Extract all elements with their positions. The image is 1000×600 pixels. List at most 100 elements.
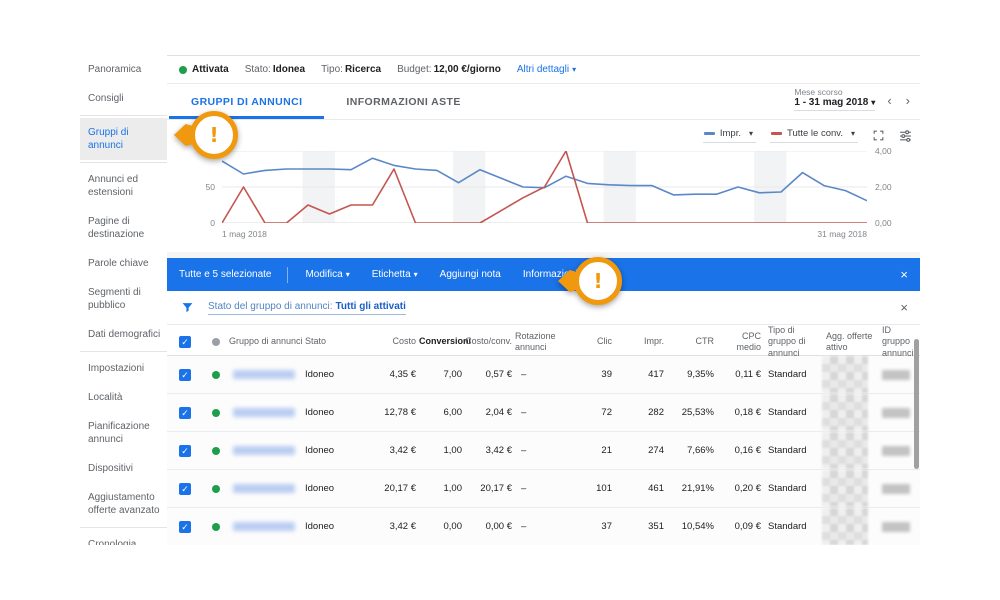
sidebar-divider: [80, 162, 167, 163]
fullscreen-icon[interactable]: [872, 129, 885, 142]
table-row[interactable]: ✓Idoneo4,35 €7,000,57 €–394179,35%0,11 €…: [167, 356, 920, 394]
column-header[interactable]: Tipo di gruppo di annunci: [764, 325, 822, 359]
active-filter-chip[interactable]: Stato del gruppo di annunci:Tutti gli at…: [208, 301, 406, 315]
sidebar-item-consigli[interactable]: Consigli: [80, 84, 167, 113]
table-row[interactable]: ✓Idoneo3,42 €1,003,42 €–212747,66%0,16 €…: [167, 432, 920, 470]
table-row[interactable]: ✓Idoneo12,78 €6,002,04 €–7228225,53%0,18…: [167, 394, 920, 432]
y-right-tick-2: 2,00: [875, 182, 892, 192]
adgroup-name-redacted[interactable]: [233, 408, 295, 417]
sidebar-item-pianificazione-annunci[interactable]: Pianificazione annunci: [80, 412, 167, 454]
legend-impressions[interactable]: Impr. ▾: [703, 127, 756, 143]
performance-chart: Impr. ▾ Tutte le conv. ▾: [167, 120, 920, 252]
chevron-down-icon: ▾: [871, 98, 875, 107]
close-icon[interactable]: ×: [900, 300, 908, 315]
cell-rotazione: –: [515, 445, 559, 456]
vertical-scrollbar[interactable]: [914, 339, 919, 469]
sidebar-item-impostazioni[interactable]: Impostazioni: [80, 354, 167, 383]
divider: [287, 267, 288, 283]
column-header[interactable]: CTR: [667, 336, 717, 347]
row-checkbox[interactable]: ✓: [179, 407, 191, 419]
enabled-status-icon: [212, 371, 220, 379]
cell-ctr: 10,54%: [667, 521, 717, 532]
sidebar-item-parole-chiave[interactable]: Parole chiave: [80, 249, 167, 278]
main-panel: Attivata Stato:Idonea Tipo:Ricerca Budge…: [167, 55, 920, 545]
cell-id-gruppo-redacted: [882, 408, 910, 418]
sidebar-divider: [80, 115, 167, 116]
sidebar-item-cronologia-modifiche[interactable]: Cronologia modifiche: [80, 530, 167, 545]
adgroups-table: ✓Gruppo di annunciStatoCostoConversioniC…: [167, 325, 920, 545]
cell-rotazione: –: [515, 483, 559, 494]
cell-id-gruppo-redacted: [882, 446, 910, 456]
sidebar-item-dati-demografici[interactable]: Dati demografici: [80, 320, 167, 349]
cell-tipo-gruppo: Standard: [764, 445, 822, 456]
sidebar-item-pagine-di-destinazione[interactable]: Pagine di destinazione: [80, 207, 167, 249]
column-header[interactable]: Costo/conv.: [465, 336, 515, 347]
cell-impr: 417: [615, 369, 667, 380]
close-icon[interactable]: ×: [900, 267, 908, 282]
active-status-icon: [179, 66, 187, 74]
sidebar-item-segmenti-di-pubblico[interactable]: Segmenti di pubblico: [80, 278, 167, 320]
column-header[interactable]: CPC medio: [717, 331, 764, 354]
column-header[interactable]: Gruppo di annunci: [229, 336, 305, 347]
action-etichetta[interactable]: Etichetta▾: [372, 269, 418, 280]
column-header[interactable]: Agg. offerte attivo: [822, 331, 882, 354]
adgroup-name-redacted[interactable]: [233, 484, 295, 493]
row-checkbox[interactable]: ✓: [179, 521, 191, 533]
row-checkbox[interactable]: ✓: [179, 483, 191, 495]
sidebar-item-panoramica[interactable]: Panoramica: [80, 55, 167, 84]
cell-conversioni: 1,00: [419, 483, 465, 494]
cell-impr: 351: [615, 521, 667, 532]
series-color-swatch: [771, 132, 782, 135]
tab-gruppi-di-annunci[interactable]: GRUPPI DI ANNUNCI: [169, 84, 324, 119]
cell-cpc_medio: 0,20 €: [717, 483, 764, 494]
campaign-state-label: Attivata: [192, 64, 229, 75]
cell-id-gruppo-redacted: [882, 522, 910, 532]
action-aggiungi-nota[interactable]: Aggiungi nota: [440, 269, 501, 280]
column-header[interactable]: Stato: [305, 336, 367, 347]
campaign-field-stato: Stato:Idonea: [245, 64, 305, 75]
sidebar-item-localit-[interactable]: Località: [80, 383, 167, 412]
row-checkbox[interactable]: ✓: [179, 445, 191, 457]
column-header[interactable]: Costo: [367, 336, 419, 347]
adgroup-name-redacted[interactable]: [233, 370, 295, 379]
chevron-down-icon: ▾: [572, 65, 576, 74]
adgroup-name-redacted[interactable]: [233, 522, 295, 531]
column-header[interactable]: Conversioni: [419, 336, 465, 347]
more-details-link[interactable]: Altri dettagli▾: [517, 64, 576, 75]
tab-informazioni-aste[interactable]: INFORMAZIONI ASTE: [324, 84, 482, 119]
cell-conversioni: 0,00: [419, 521, 465, 532]
column-header[interactable]: Rotazione annunci: [515, 331, 559, 354]
sidebar-item-gruppi-di-annunci[interactable]: Gruppi di annunci: [80, 118, 167, 160]
action-informazioni-aste[interactable]: Informazioni aste: [523, 269, 599, 280]
legend-conversions[interactable]: Tutte le conv. ▾: [770, 127, 858, 143]
select-all-checkbox[interactable]: ✓: [179, 336, 191, 348]
sidebar: PanoramicaConsigli Gruppi di annunci Annun…: [80, 55, 167, 545]
adgroup-name-redacted[interactable]: [233, 446, 295, 455]
date-next-button[interactable]: ›: [904, 94, 912, 111]
campaign-field-budget: Budget:12,00 €/giorno: [397, 64, 501, 75]
sidebar-item-dispositivi[interactable]: Dispositivi: [80, 454, 167, 483]
sidebar-item-annunci-ed-estensioni[interactable]: Annunci ed estensioni: [80, 165, 167, 207]
cell-clic: 21: [559, 445, 615, 456]
cell-stato: Idoneo: [305, 369, 367, 380]
cell-rotazione: –: [515, 521, 559, 532]
date-range-value[interactable]: 1 - 31 mag 2018▾: [794, 97, 875, 111]
cell-costo: 20,17 €: [367, 483, 419, 494]
sidebar-item-aggiustamento-offerte-avanzato[interactable]: Aggiustamento offerte avanzato: [80, 483, 167, 525]
chevron-down-icon: ▾: [851, 129, 855, 138]
selection-count-label: Tutte e 5 selezionate: [179, 269, 271, 280]
row-checkbox[interactable]: ✓: [179, 369, 191, 381]
action-modifica[interactable]: Modifica▾: [305, 269, 349, 280]
cell-id-gruppo-redacted: [882, 484, 910, 494]
tabs-row: GRUPPI DI ANNUNCI INFORMAZIONI ASTE Mese…: [167, 84, 920, 120]
filter-icon[interactable]: [181, 301, 194, 314]
column-header[interactable]: Impr.: [615, 336, 667, 347]
table-row[interactable]: ✓Idoneo20,17 €1,0020,17 €–10146121,91%0,…: [167, 470, 920, 508]
column-header[interactable]: Clic: [559, 336, 615, 347]
chart-settings-icon[interactable]: [899, 129, 912, 142]
date-prev-button[interactable]: ‹: [885, 94, 893, 111]
cell-costo_conv: 2,04 €: [465, 407, 515, 418]
enabled-status-icon: [212, 409, 220, 417]
table-row[interactable]: ✓Idoneo3,42 €0,000,00 €–3735110,54%0,09 …: [167, 508, 920, 545]
chart-legend: Impr. ▾ Tutte le conv. ▾: [703, 127, 912, 143]
